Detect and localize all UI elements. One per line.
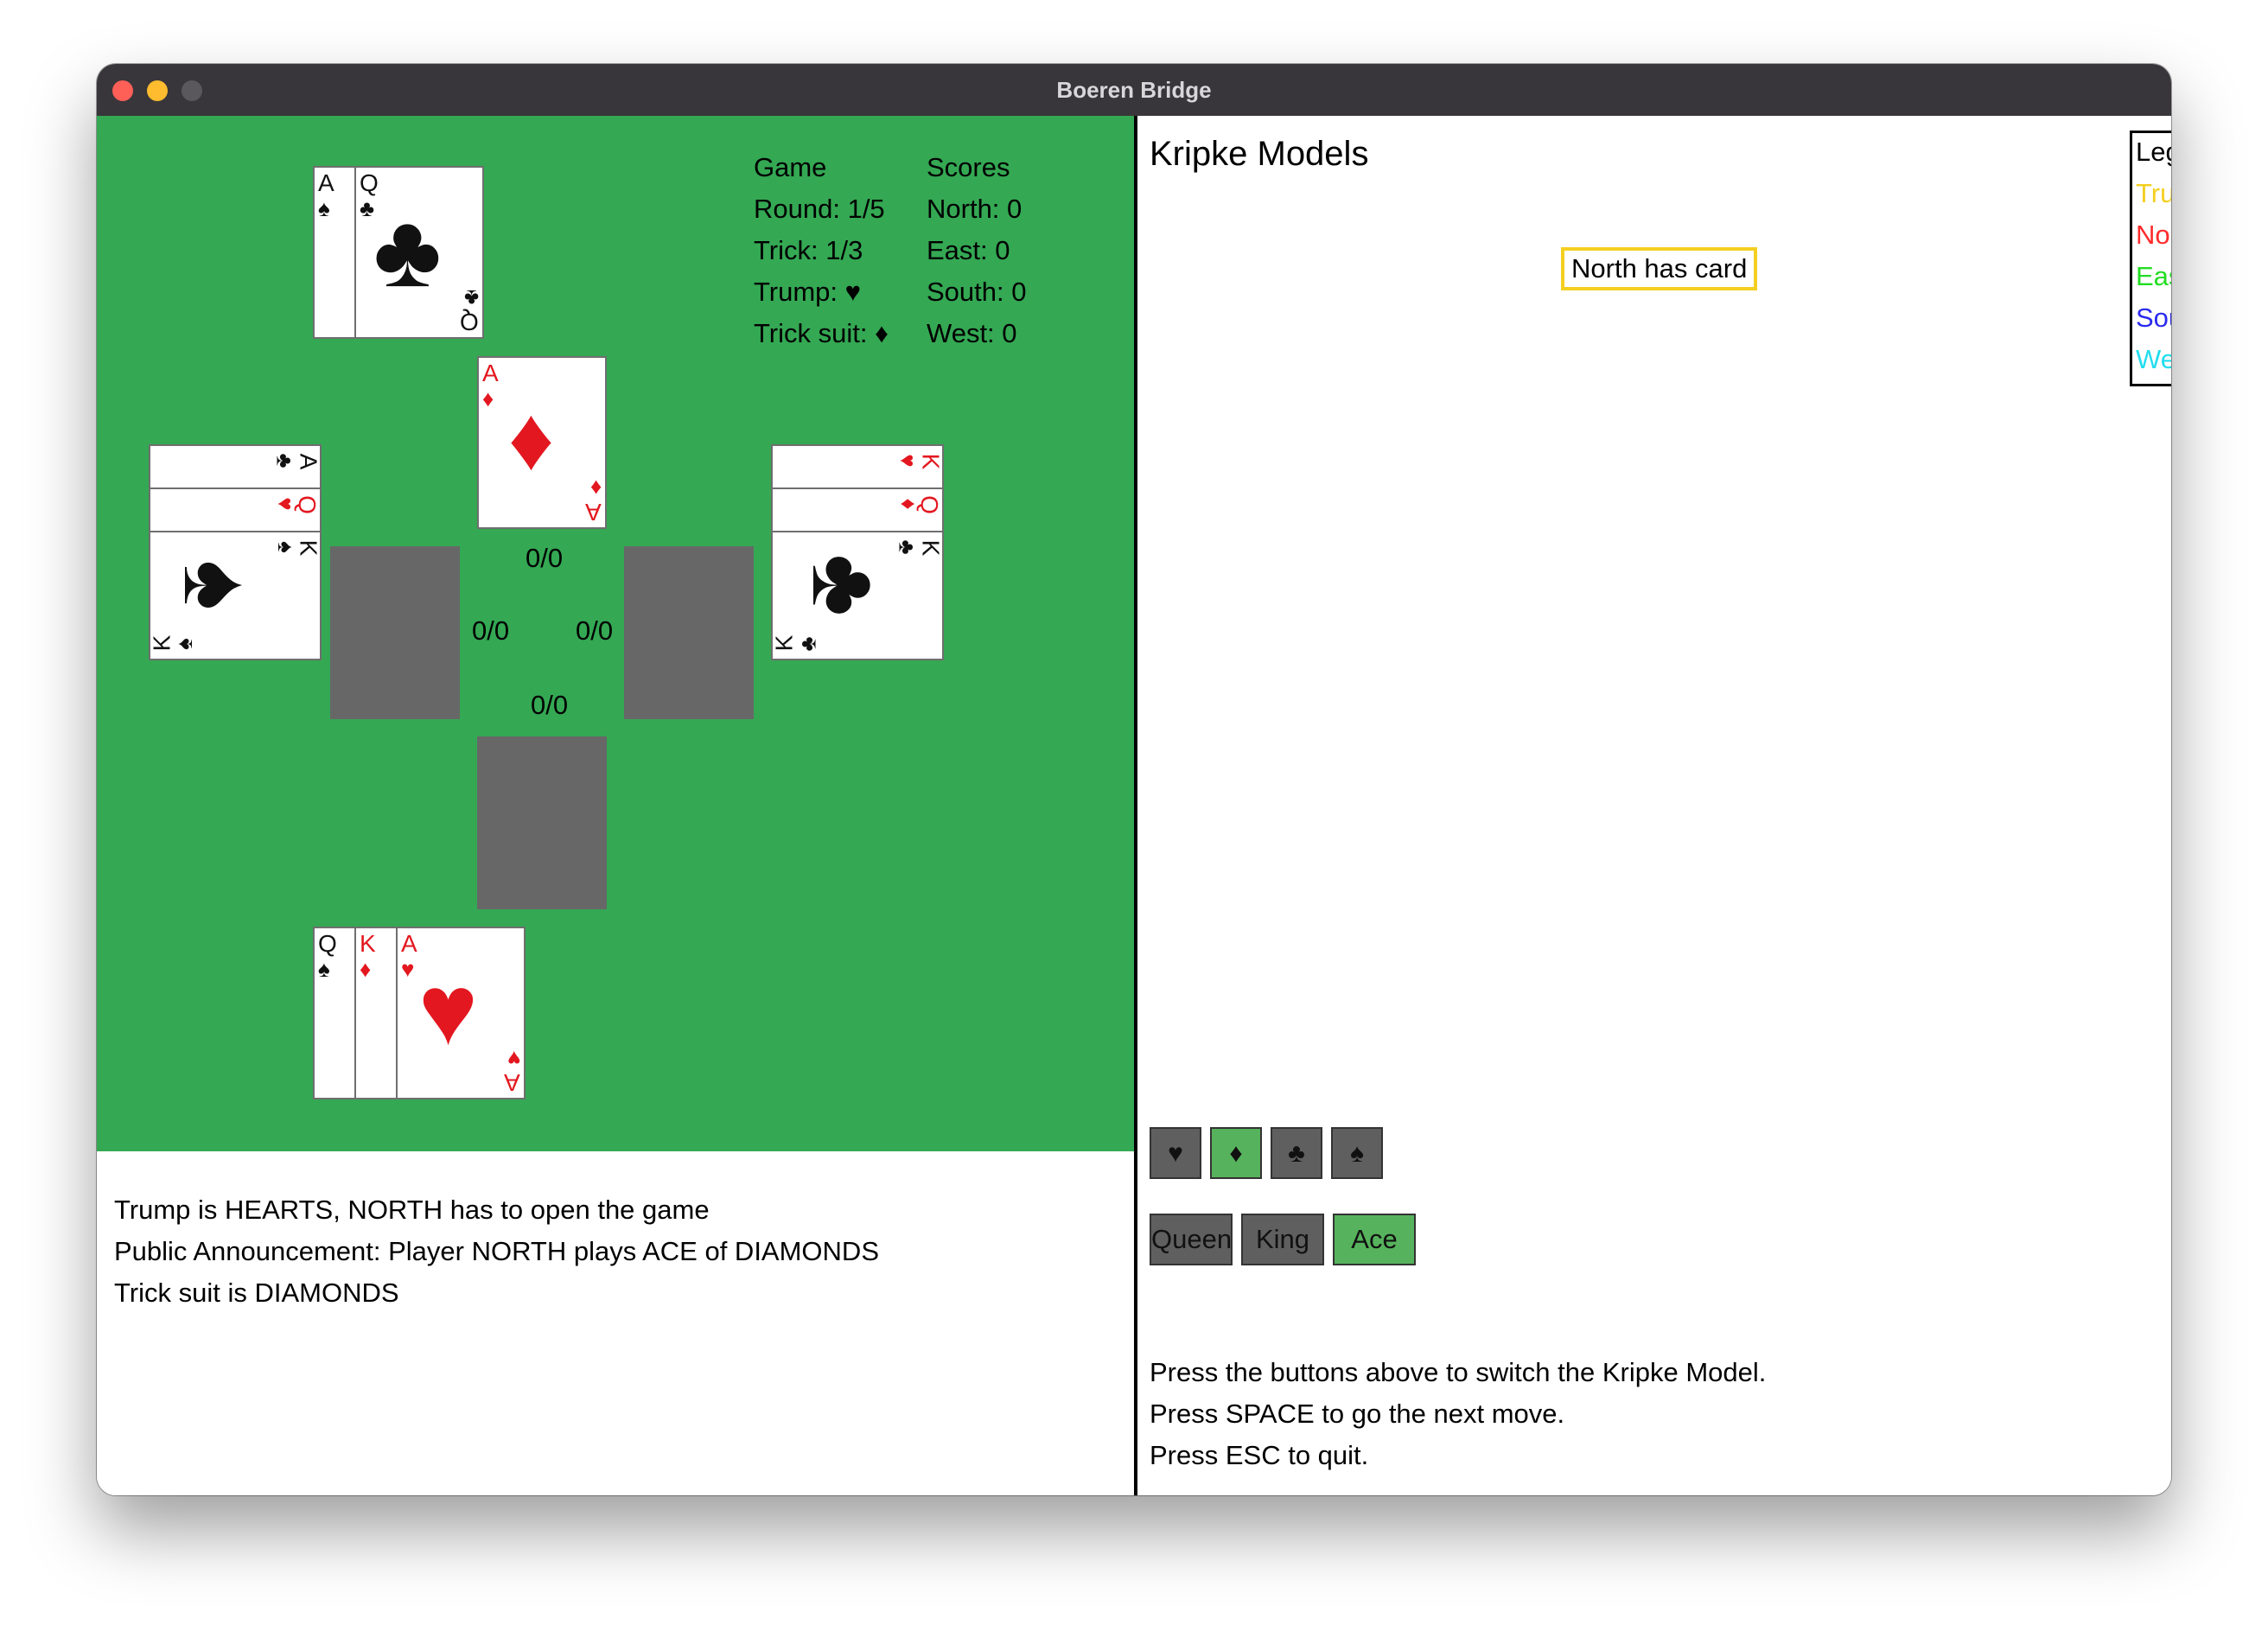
card-rank-inverted: K — [771, 634, 798, 652]
spade-icon: ♠ — [164, 559, 271, 611]
log-line: Trump is HEARTS, NORTH has to open the g… — [114, 1195, 710, 1225]
spades-suit-button[interactable]: ♠ — [1331, 1127, 1383, 1179]
trick-info: Trick: 1/3 — [754, 235, 863, 265]
legend-west: West — [2136, 344, 2171, 374]
score-south: South: 0 — [927, 277, 1027, 307]
west-play-slot — [330, 546, 460, 719]
ace-rank-button[interactable]: Ace — [1333, 1214, 1416, 1265]
card-rank: K — [360, 930, 376, 957]
instruction-line: Press SPACE to go the next move. — [1150, 1399, 1565, 1429]
card-suit: ♥ — [401, 956, 415, 982]
card-rank-inverted: Q — [460, 309, 479, 335]
card-rank: Q — [360, 169, 379, 196]
kripke-panel: Kripke Models North has card Legend: Tru… — [1137, 116, 2171, 1495]
card-suit: ♥ — [272, 497, 299, 511]
king-rank-button[interactable]: King — [1241, 1214, 1324, 1265]
west-hand-card-3[interactable]: K ♠ ♠ K ♠ — [149, 531, 322, 660]
club-icon: ♣ — [373, 193, 442, 309]
club-icon: ♣ — [793, 553, 900, 617]
card-suit-inverted: ♠ — [170, 638, 197, 650]
kripke-title: Kripke Models — [1150, 135, 1369, 173]
instruction-line: Press the buttons above to switch the Kr… — [1150, 1357, 1767, 1387]
north-played-card: A ♦ ♦ A ♦ — [477, 356, 607, 529]
card-suit: ♣ — [271, 453, 298, 468]
card-rank: A — [318, 169, 334, 196]
queen-rank-button[interactable]: Queen — [1150, 1214, 1233, 1265]
legend-true-world: True world □ — [2136, 178, 2171, 208]
card-suit: ♣ — [894, 539, 921, 555]
east-tricks-count: 0/0 — [576, 615, 614, 646]
log-line: Public Announcement: Player NORTH plays … — [114, 1236, 879, 1266]
card-suit-inverted: ♣ — [794, 636, 821, 652]
card-suit: ♥ — [895, 454, 921, 468]
south-hand-card-3[interactable]: A ♥ ♥ A ♥ — [396, 927, 526, 1099]
legend-title: Legend: — [2136, 137, 2171, 167]
card-rank: A — [482, 360, 499, 386]
scores-header: Scores — [927, 152, 1010, 182]
game-header: Game — [754, 152, 827, 182]
card-rank: K — [917, 539, 944, 557]
card-suit: ♦ — [895, 498, 922, 510]
score-west: West: 0 — [927, 318, 1017, 348]
legend-north: North — [2136, 220, 2171, 250]
card-suit: ♠ — [318, 195, 330, 221]
card-rank: A — [295, 453, 322, 470]
card-suit-inverted: ♦ — [589, 475, 602, 501]
title-bar: Boeren Bridge — [97, 64, 2171, 117]
card-rank: Q — [318, 930, 337, 957]
instruction-line: Press ESC to quit. — [1150, 1440, 1369, 1470]
card-rank: K — [917, 453, 944, 470]
legend-south: South — [2136, 303, 2171, 333]
west-tricks-count: 0/0 — [472, 615, 510, 646]
south-play-slot — [477, 736, 607, 909]
trick-suit-info: Trick suit: ♦ — [754, 318, 889, 348]
hearts-suit-button[interactable]: ♥ — [1150, 1127, 1201, 1179]
diamond-icon: ♦ — [508, 389, 555, 489]
window-title: Boeren Bridge — [1056, 77, 1212, 103]
card-suit: ♠ — [273, 541, 300, 553]
score-north: North: 0 — [927, 194, 1023, 224]
east-hand-card-3[interactable]: K ♣ ♣ K ♣ — [771, 531, 944, 660]
heart-icon: ♥ — [418, 953, 478, 1066]
north-hand-card-2[interactable]: Q ♣ ♣ Q ♣ — [354, 166, 484, 339]
game-board: Game Round: 1/5 Trick: 1/3 Trump: ♥ Tric… — [97, 116, 1134, 1151]
card-rank-inverted: A — [504, 1069, 520, 1096]
east-play-slot — [624, 546, 754, 719]
card-rank-inverted: A — [585, 499, 602, 526]
round-info: Round: 1/5 — [754, 194, 885, 224]
app-window: Boeren Bridge Game Round: 1/5 Trick: 1/3… — [97, 64, 2171, 1495]
card-rank: K — [295, 539, 322, 557]
card-suit: ♣ — [360, 195, 375, 221]
card-rank: A — [401, 930, 417, 957]
score-east: East: 0 — [927, 235, 1010, 265]
legend: Legend: True world □ North East South We… — [2130, 131, 2171, 386]
north-tricks-count: 0/0 — [526, 543, 564, 573]
legend-east: East — [2136, 261, 2171, 291]
card-suit-inverted: ♥ — [506, 1046, 520, 1072]
log-line: Trick suit is DIAMONDS — [114, 1278, 399, 1308]
card-suit: ♠ — [318, 956, 330, 982]
south-tricks-count: 0/0 — [531, 690, 569, 720]
card-suit: ♦ — [482, 386, 494, 411]
kripke-callout: North has card — [1561, 247, 1758, 290]
diamonds-suit-button[interactable]: ♦ — [1210, 1127, 1262, 1179]
card-suit: ♦ — [360, 956, 372, 982]
trump-info: Trump: ♥ — [754, 277, 862, 307]
card-suit-inverted: ♣ — [463, 285, 479, 311]
message-log: Trump is HEARTS, NORTH has to open the g… — [97, 1151, 1134, 1495]
clubs-suit-button[interactable]: ♣ — [1271, 1127, 1322, 1179]
